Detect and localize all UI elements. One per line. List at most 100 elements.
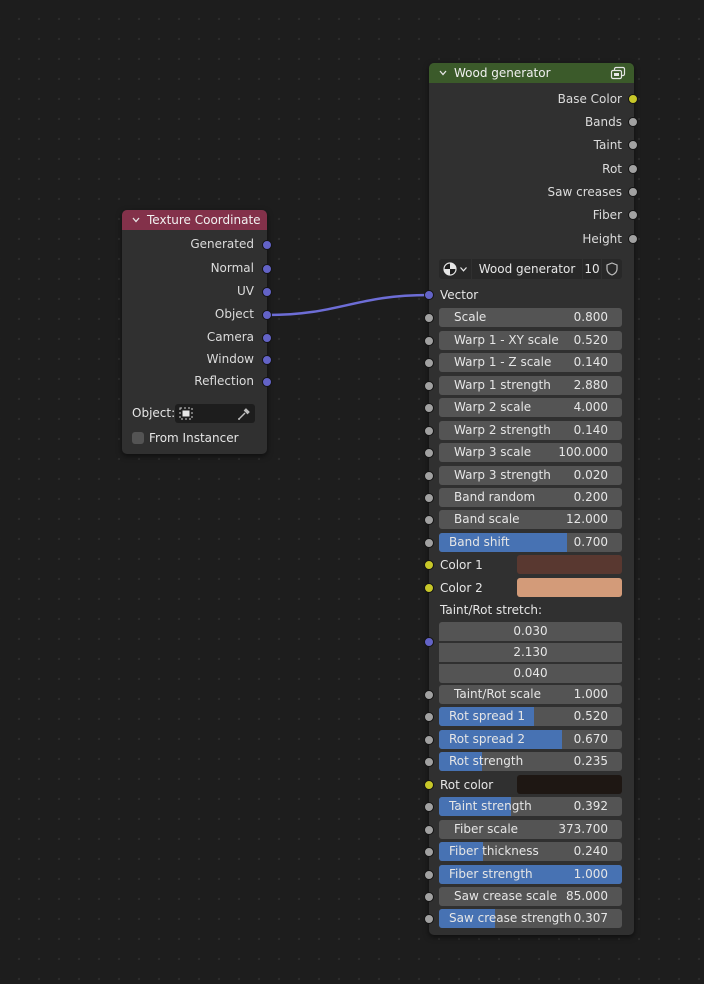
output-label: Saw creases <box>547 185 623 199</box>
color-2-swatch[interactable] <box>517 578 622 597</box>
socket-reflection[interactable] <box>262 377 272 387</box>
socket-band-random[interactable] <box>424 493 434 503</box>
field-value: 12.000 <box>566 512 608 526</box>
socket-band-scale[interactable] <box>424 515 434 525</box>
rot-spread-1-slider[interactable]: Rot spread 1 0.520 <box>439 707 622 726</box>
user-count-button[interactable]: 10 <box>583 259 601 279</box>
socket-fiber-strength[interactable] <box>424 870 434 880</box>
field-label: Warp 3 strength <box>454 468 551 482</box>
output-label: Camera <box>206 330 254 344</box>
saw-crease-strength-slider[interactable]: Saw crease strength 0.307 <box>439 909 622 928</box>
socket-scale[interactable] <box>424 313 434 323</box>
fiber-scale-field[interactable]: Fiber scale 373.700 <box>439 820 622 839</box>
socket-band-shift[interactable] <box>424 538 434 548</box>
warp1-strength-field[interactable]: Warp 1 strength 2.880 <box>439 376 622 395</box>
socket-warp1-z-scale[interactable] <box>424 358 434 368</box>
socket-fiber-scale[interactable] <box>424 825 434 835</box>
chevron-down-icon <box>460 267 467 272</box>
collapse-chevron-icon[interactable] <box>132 217 140 223</box>
field-label: Rot spread 1 <box>449 709 526 723</box>
socket-warp1-xy-scale[interactable] <box>424 336 434 346</box>
taint-rot-scale-field[interactable]: Taint/Rot scale 1.000 <box>439 685 622 704</box>
rot-color-label: Rot color <box>440 778 494 792</box>
fiber-thickness-slider[interactable]: Fiber thickness 0.240 <box>439 842 622 861</box>
socket-vector[interactable] <box>424 290 434 300</box>
socket-normal[interactable] <box>262 264 272 274</box>
socket-warp3-scale[interactable] <box>424 448 434 458</box>
fiber-strength-slider[interactable]: Fiber strength 1.000 <box>439 865 622 884</box>
socket-warp1-strength[interactable] <box>424 381 434 391</box>
band-random-field[interactable]: Band random 0.200 <box>439 488 622 507</box>
field-value: 100.000 <box>558 445 608 459</box>
socket-warp2-strength[interactable] <box>424 426 434 436</box>
socket-generated[interactable] <box>262 240 272 250</box>
object-picker-field[interactable] <box>175 404 255 423</box>
node-tree-browse-button[interactable] <box>439 259 471 279</box>
vector-x-field[interactable]: 0.030 <box>439 622 622 641</box>
vector-input-label: Vector <box>440 288 479 302</box>
socket-saw-crease-strength[interactable] <box>424 914 434 924</box>
socket-window[interactable] <box>262 355 272 365</box>
socket-uv[interactable] <box>262 287 272 297</box>
field-label: Saw crease scale <box>454 889 557 903</box>
warp3-strength-field[interactable]: Warp 3 strength 0.020 <box>439 466 622 485</box>
warp2-scale-field[interactable]: Warp 2 scale 4.000 <box>439 398 622 417</box>
eyedropper-icon[interactable] <box>237 407 251 421</box>
socket-taint-rot-stretch[interactable] <box>424 637 434 647</box>
texture-coordinate-node[interactable]: Texture Coordinate Generated Normal UV O… <box>122 210 272 454</box>
socket-warp3-strength[interactable] <box>424 471 434 481</box>
socket-bands[interactable] <box>628 117 638 127</box>
node-group-icon[interactable] <box>610 66 626 80</box>
node-tree-name-field[interactable]: Wood generator <box>472 259 582 279</box>
socket-rot-spread-1[interactable] <box>424 712 434 722</box>
warp1-z-scale-field[interactable]: Warp 1 - Z scale 0.140 <box>439 353 622 372</box>
fake-user-button[interactable] <box>602 259 622 279</box>
warp1-xy-scale-field[interactable]: Warp 1 - XY scale 0.520 <box>439 331 622 350</box>
socket-color-2[interactable] <box>424 583 434 593</box>
socket-rot[interactable] <box>628 164 638 174</box>
band-shift-slider[interactable]: Band shift 0.700 <box>439 533 622 552</box>
socket-rot-strength[interactable] <box>424 757 434 767</box>
field-label: Saw crease strength <box>449 911 572 925</box>
socket-taint-strength[interactable] <box>424 802 434 812</box>
color-1-swatch[interactable] <box>517 555 622 574</box>
socket-color-1[interactable] <box>424 560 434 570</box>
rot-spread-2-slider[interactable]: Rot spread 2 0.670 <box>439 730 622 749</box>
socket-fiber[interactable] <box>628 210 638 220</box>
socket-object[interactable] <box>262 310 272 320</box>
from-instancer-checkbox[interactable] <box>132 432 144 444</box>
field-label: Warp 1 - XY scale <box>454 333 559 347</box>
field-value: 0.520 <box>573 709 608 723</box>
band-scale-field[interactable]: Band scale 12.000 <box>439 510 622 529</box>
socket-saw-crease-scale[interactable] <box>424 892 434 902</box>
rot-color-swatch[interactable] <box>517 775 622 794</box>
field-label: Band random <box>454 490 536 504</box>
scale-field[interactable]: Scale 0.800 <box>439 308 622 327</box>
texture-coordinate-header[interactable]: Texture Coordinate <box>122 210 267 230</box>
vector-z-field[interactable]: 0.040 <box>439 664 622 683</box>
warp3-scale-field[interactable]: Warp 3 scale 100.000 <box>439 443 622 462</box>
socket-rot-color[interactable] <box>424 780 434 790</box>
collapse-chevron-icon[interactable] <box>439 70 447 76</box>
output-uv: UV <box>122 281 254 301</box>
socket-fiber-thickness[interactable] <box>424 847 434 857</box>
socket-saw-creases[interactable] <box>628 187 638 197</box>
rot-strength-slider[interactable]: Rot strength 0.235 <box>439 752 622 771</box>
socket-warp2-scale[interactable] <box>424 403 434 413</box>
socket-rot-spread-2[interactable] <box>424 735 434 745</box>
node-tree-name: Wood generator <box>478 262 576 276</box>
socket-camera[interactable] <box>262 333 272 343</box>
field-label: Scale <box>454 310 487 324</box>
saw-crease-scale-field[interactable]: Saw crease scale 85.000 <box>439 887 622 906</box>
socket-taint-rot-scale[interactable] <box>424 690 434 700</box>
socket-base-color[interactable] <box>628 94 638 104</box>
vector-y-field[interactable]: 2.130 <box>439 643 622 662</box>
output-reflection: Reflection <box>122 371 254 391</box>
socket-height[interactable] <box>628 234 638 244</box>
taint-strength-slider[interactable]: Taint strength 0.392 <box>439 797 622 816</box>
warp2-strength-field[interactable]: Warp 2 strength 0.140 <box>439 421 622 440</box>
output-base-color: Base Color <box>429 89 622 109</box>
socket-taint[interactable] <box>628 140 638 150</box>
wood-generator-header[interactable]: Wood generator <box>429 63 634 83</box>
field-label: Fiber scale <box>454 822 519 836</box>
